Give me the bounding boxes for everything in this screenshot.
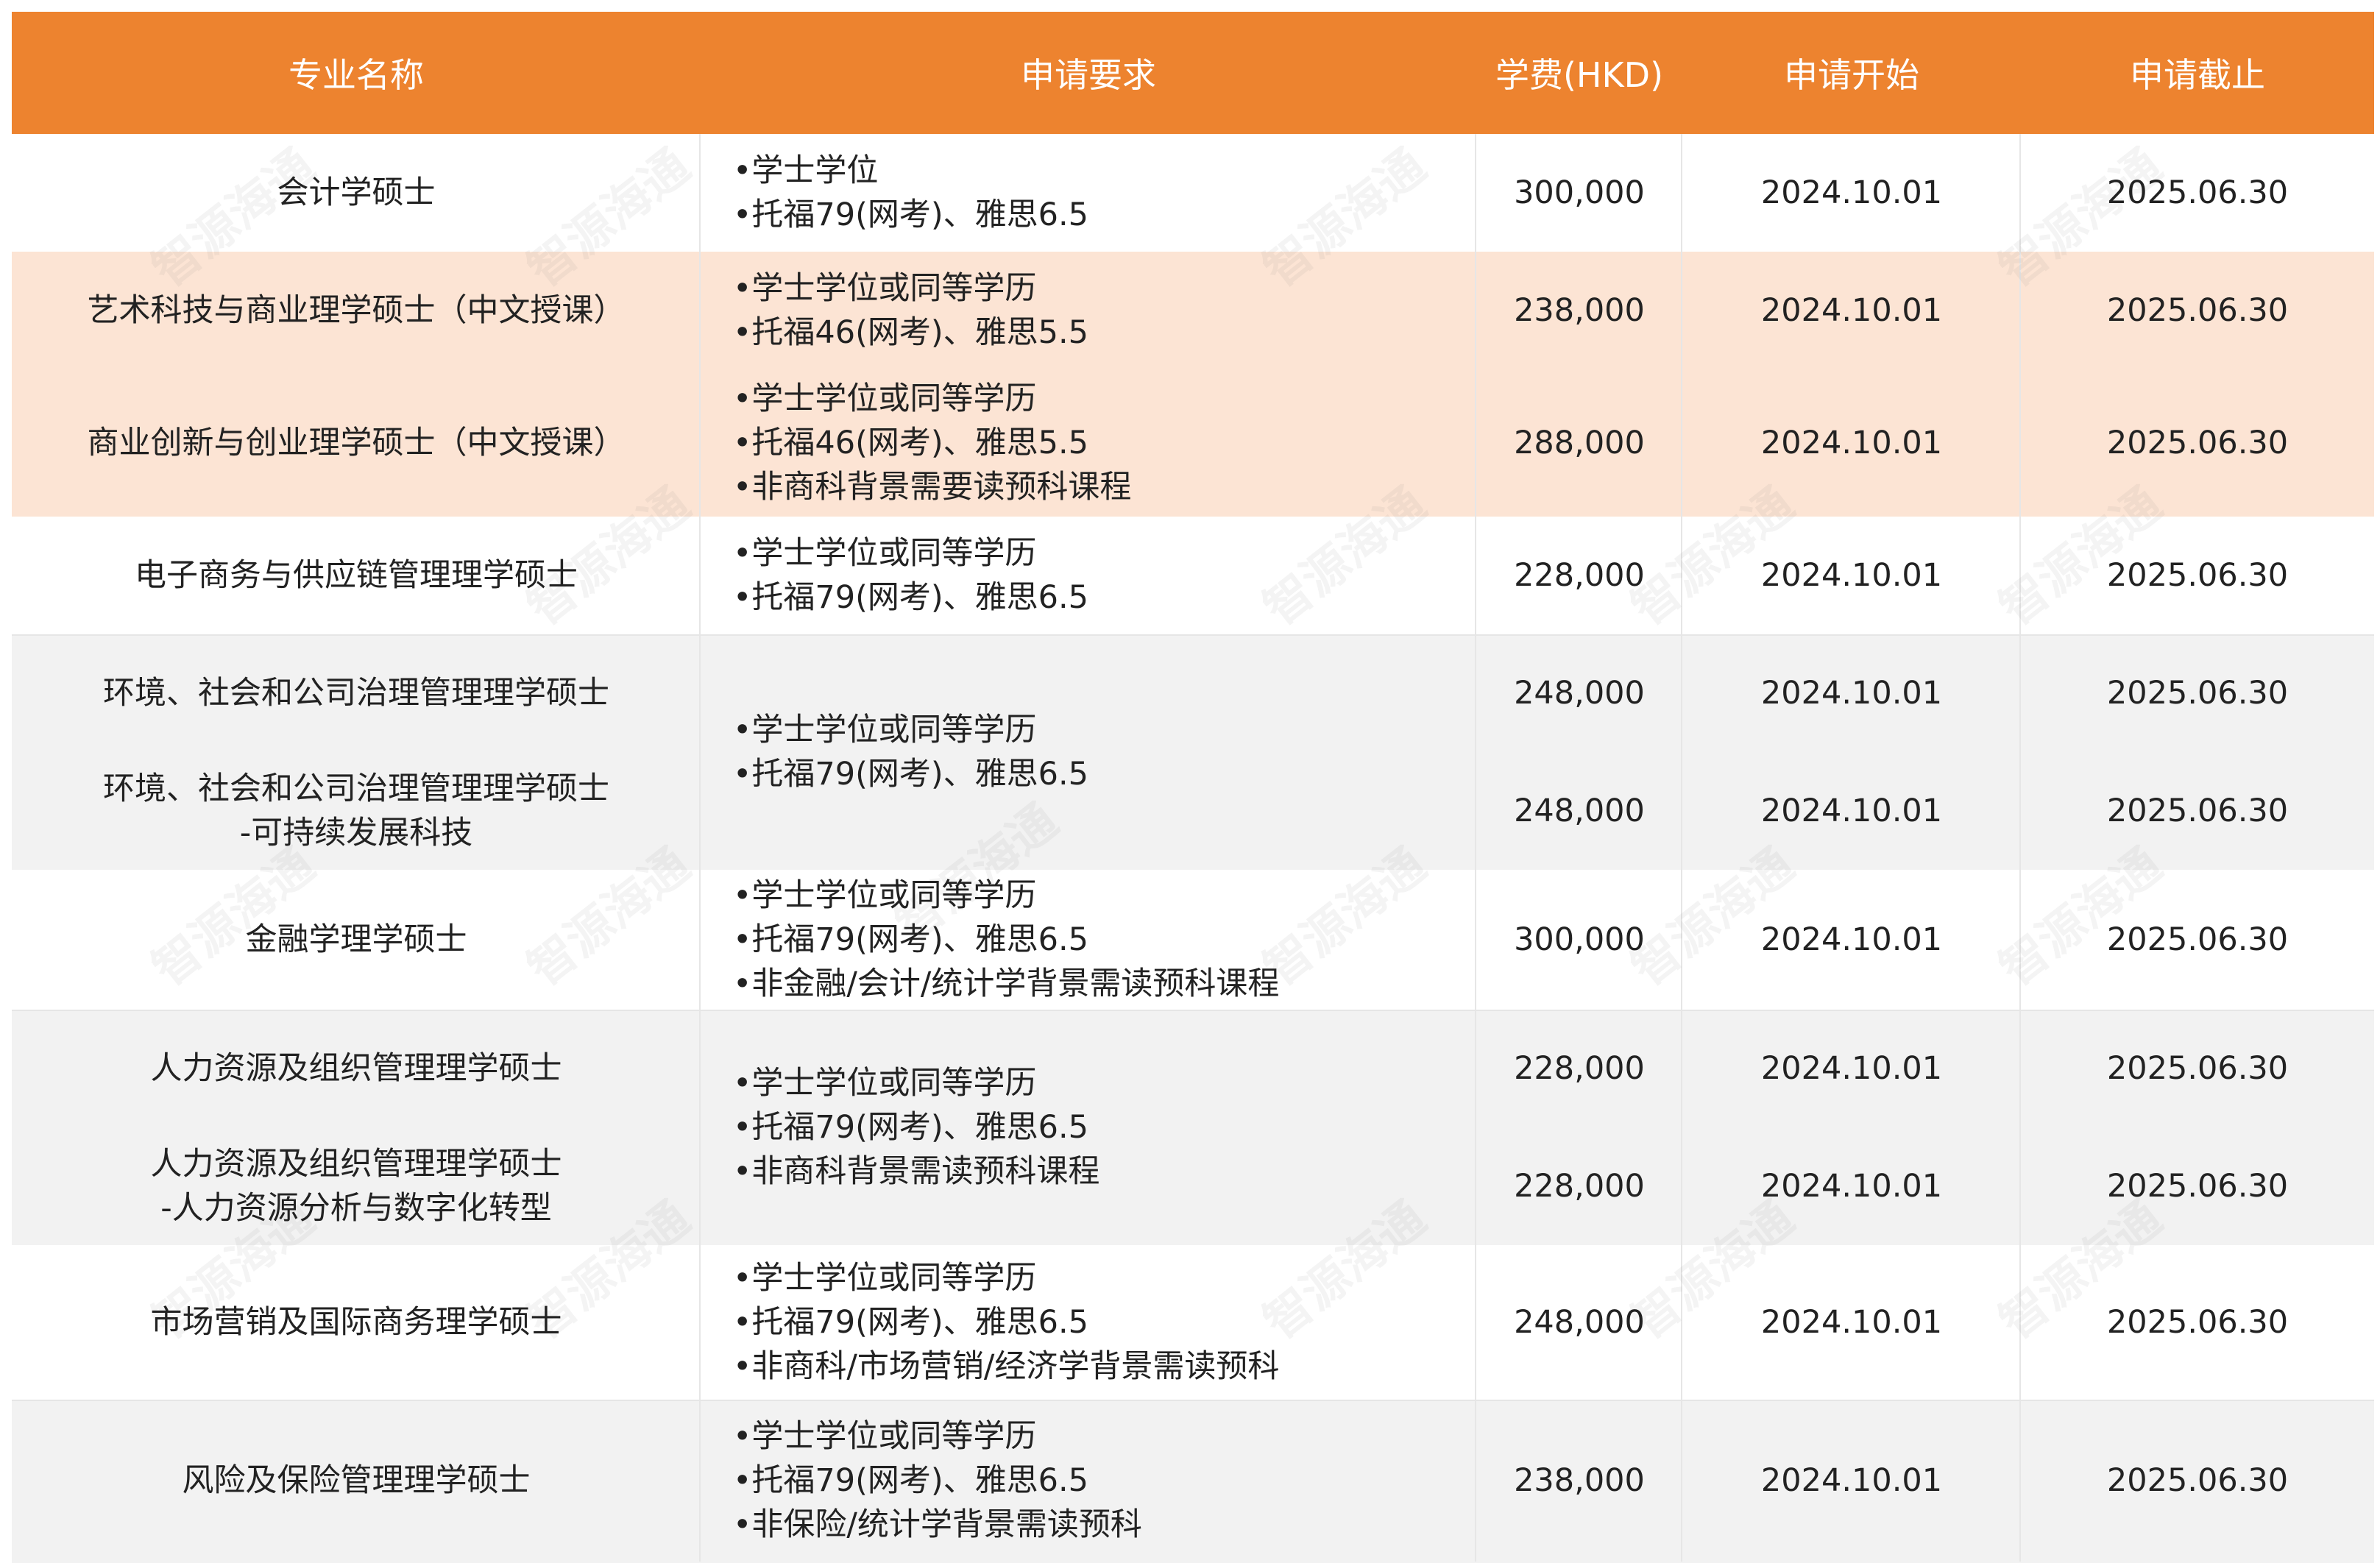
open-date-cell: 2024.10.01 (1760, 793, 1943, 829)
requirement-line: •学士学位或同等学历 (733, 270, 1037, 307)
close-date-cell: 2025.06.30 (2106, 675, 2289, 712)
fee-cell: 248,000 (1514, 793, 1645, 829)
table-header: 专业名称 申请要求 学费(HKD) 申请开始 申请截止 (12, 12, 2374, 135)
header-application-open: 申请开始 (1784, 55, 1919, 95)
close-date-cell: 2025.06.30 (2106, 425, 2289, 461)
header-program-name: 专业名称 (288, 55, 424, 95)
program-name-line: 人力资源及组织管理理学硕士 (150, 1146, 562, 1183)
requirement-line: •托福46(网考)、雅思5.5 (733, 314, 1089, 351)
close-date-cell: 2025.06.30 (2106, 557, 2289, 594)
program-name-cell: 会计学硕士 (277, 174, 436, 211)
requirement-line: •非金融/会计/统计学背景需读预科课程 (733, 965, 1280, 1002)
close-date-cell: 2025.06.30 (2106, 1050, 2289, 1087)
requirements-cell: •学士学位或同等学历 •托福79(网考)、雅思6.5 •非金融/会计/统计学背景… (733, 870, 1476, 1010)
requirement-line: •学士学位或同等学历 (733, 877, 1037, 914)
open-date-cell: 2024.10.01 (1760, 425, 1943, 461)
program-name-cell: 环境、社会和公司治理管理理学硕士 -可持续发展科技 (12, 752, 701, 870)
requirement-line: •托福79(网考)、雅思6.5 (733, 579, 1089, 616)
header-requirements: 申请要求 (1021, 55, 1156, 95)
requirements-cell: •学士学位或同等学历 •托福79(网考)、雅思6.5 •非商科/市场营销/经济学… (733, 1245, 1476, 1400)
program-name-cell: 艺术科技与商业理学硕士（中文授课） (87, 292, 626, 329)
open-date-cell: 2024.10.01 (1760, 1462, 1943, 1499)
program-name-cell: 商业创新与创业理学硕士（中文授课） (87, 425, 626, 461)
program-name-line: 环境、社会和公司治理管理理学硕士 (103, 770, 609, 807)
open-date-cell: 2024.10.01 (1760, 174, 1943, 211)
open-date-cell: 2024.10.01 (1760, 675, 1943, 712)
open-date-cell: 2024.10.01 (1760, 1168, 1943, 1205)
requirement-line: •学士学位或同等学历 (733, 712, 1037, 748)
fee-cell: 228,000 (1514, 1168, 1645, 1205)
program-name-cell: 风险及保险管理理学硕士 (182, 1462, 531, 1499)
requirement-line: •非保险/统计学背景需读预科 (733, 1506, 1142, 1543)
program-name-line: -人力资源分析与数字化转型 (160, 1190, 552, 1227)
program-name-line: -可持续发展科技 (239, 815, 473, 851)
open-date-cell: 2024.10.01 (1760, 921, 1943, 958)
program-name-cell: 金融学理学硕士 (245, 921, 467, 958)
requirement-line: •学士学位或同等学历 (733, 380, 1037, 417)
open-date-cell: 2024.10.01 (1760, 1304, 1943, 1341)
close-date-cell: 2025.06.30 (2106, 1168, 2289, 1205)
open-date-cell: 2024.10.01 (1760, 557, 1943, 594)
fee-cell: 288,000 (1514, 425, 1645, 461)
program-name-cell: 人力资源及组织管理理学硕士 (150, 1050, 562, 1087)
requirement-line: •非商科/市场营销/经济学背景需读预科 (733, 1348, 1280, 1385)
requirement-line: •托福79(网考)、雅思6.5 (733, 1109, 1089, 1146)
program-name-cell: 人力资源及组织管理理学硕士 -人力资源分析与数字化转型 (12, 1127, 701, 1245)
requirement-line: •托福79(网考)、雅思6.5 (733, 1304, 1089, 1341)
requirement-line: •托福79(网考)、雅思6.5 (733, 1462, 1089, 1499)
close-date-cell: 2025.06.30 (2106, 921, 2289, 958)
open-date-cell: 2024.10.01 (1760, 292, 1943, 329)
fee-cell: 300,000 (1514, 921, 1645, 958)
fee-cell: 248,000 (1514, 675, 1645, 712)
requirements-cell: •学士学位或同等学历 •托福79(网考)、雅思6.5 •非商科背景需读预科课程 (733, 1010, 1476, 1245)
program-name-cell: 市场营销及国际商务理学硕士 (150, 1304, 562, 1341)
fee-cell: 228,000 (1514, 557, 1645, 594)
fee-cell: 300,000 (1514, 174, 1645, 211)
close-date-cell: 2025.06.30 (2106, 1462, 2289, 1499)
requirements-cell: •学士学位或同等学历 •托福79(网考)、雅思6.5 •非保险/统计学背景需读预… (733, 1400, 1476, 1562)
requirement-line: •学士学位或同等学历 (733, 1260, 1037, 1297)
requirement-line: •学士学位或同等学历 (733, 535, 1037, 572)
fee-cell: 248,000 (1514, 1304, 1645, 1341)
requirement-line: •托福79(网考)、雅思6.5 (733, 196, 1089, 233)
requirements-cell: •学士学位或同等学历 •托福46(网考)、雅思5.5 (733, 252, 1476, 369)
header-fee: 学费(HKD) (1495, 55, 1664, 95)
requirements-cell: •学士学位或同等学历 •托福79(网考)、雅思6.5 (733, 634, 1476, 870)
requirement-line: •学士学位或同等学历 (733, 1065, 1037, 1102)
requirement-line: •学士学位或同等学历 (733, 1418, 1037, 1455)
close-date-cell: 2025.06.30 (2106, 793, 2289, 829)
program-name-cell: 环境、社会和公司治理管理理学硕士 (103, 675, 609, 712)
header-application-close: 申请截止 (2130, 55, 2265, 95)
requirements-cell: •学士学位或同等学历 •托福46(网考)、雅思5.5 •非商科背景需要读预科课程 (733, 369, 1476, 517)
close-date-cell: 2025.06.30 (2106, 292, 2289, 329)
requirements-cell: •学士学位 •托福79(网考)、雅思6.5 (733, 134, 1476, 252)
requirement-line: •非商科背景需要读预科课程 (733, 469, 1132, 506)
close-date-cell: 2025.06.30 (2106, 1304, 2289, 1341)
close-date-cell: 2025.06.30 (2106, 174, 2289, 211)
fee-cell: 238,000 (1514, 292, 1645, 329)
program-name-cell: 电子商务与供应链管理理学硕士 (135, 557, 578, 594)
requirement-line: •托福46(网考)、雅思5.5 (733, 425, 1089, 461)
fee-cell: 228,000 (1514, 1050, 1645, 1087)
requirement-line: •托福79(网考)、雅思6.5 (733, 756, 1089, 793)
requirement-line: •非商科背景需读预科课程 (733, 1153, 1100, 1190)
open-date-cell: 2024.10.01 (1760, 1050, 1943, 1087)
requirements-cell: •学士学位或同等学历 •托福79(网考)、雅思6.5 (733, 517, 1476, 634)
requirement-line: •学士学位 (733, 152, 879, 189)
fee-cell: 238,000 (1514, 1462, 1645, 1499)
requirement-line: •托福79(网考)、雅思6.5 (733, 921, 1089, 958)
